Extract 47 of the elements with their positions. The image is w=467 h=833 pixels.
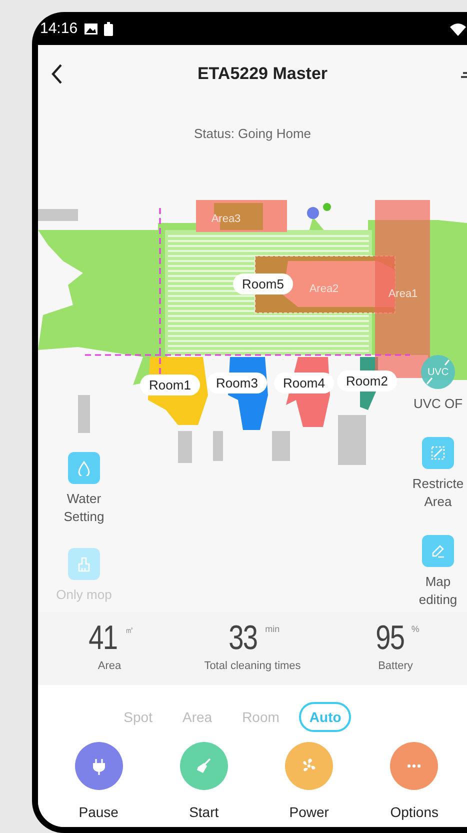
robot-icon bbox=[307, 207, 319, 219]
stat-value: 33 bbox=[228, 620, 258, 656]
room-label[interactable]: Room1 bbox=[140, 374, 200, 396]
charging-icon bbox=[323, 203, 331, 211]
action-button[interactable] bbox=[74, 742, 123, 790]
water-setting-button[interactable] bbox=[68, 452, 100, 484]
area-label: Area1 bbox=[388, 288, 418, 300]
restricted-area-button[interactable] bbox=[422, 437, 454, 469]
clock-time: 14:16 bbox=[40, 20, 78, 37]
room-label[interactable]: Room4 bbox=[274, 372, 334, 394]
broom-icon bbox=[76, 556, 92, 572]
room-label[interactable]: Room5 bbox=[233, 274, 293, 294]
screen-title: ETA5229 Master bbox=[196, 64, 329, 84]
stat-label: Battery bbox=[378, 660, 413, 672]
broom-icon bbox=[194, 757, 213, 775]
control-label: UVC OF bbox=[413, 395, 463, 413]
stat-label: Total cleaning times bbox=[204, 660, 301, 672]
control-label: Restricte Area bbox=[412, 475, 464, 511]
image-icon bbox=[84, 22, 98, 34]
area-label: Area2 bbox=[309, 283, 339, 295]
action-button[interactable] bbox=[285, 742, 334, 790]
water-drop-icon bbox=[76, 460, 92, 476]
control-label: Map editing bbox=[418, 573, 458, 609]
action-label: Options bbox=[390, 804, 438, 820]
map-edit-button[interactable] bbox=[422, 535, 454, 567]
action-label: Pause bbox=[78, 804, 118, 820]
area-label: Area3 bbox=[211, 213, 241, 225]
action-button[interactable] bbox=[390, 742, 438, 790]
battery-icon bbox=[104, 22, 113, 36]
stat-unit: % bbox=[411, 624, 420, 634]
action-button[interactable] bbox=[180, 742, 228, 790]
stat-unit: min bbox=[265, 624, 280, 634]
stat-value: 95 bbox=[375, 620, 404, 656]
pencil-icon bbox=[430, 543, 446, 559]
control-label: Water Setting bbox=[62, 490, 106, 526]
action-label: Power bbox=[289, 804, 329, 820]
dashed-square-icon bbox=[430, 445, 446, 461]
room-label[interactable]: Room3 bbox=[207, 372, 267, 394]
stat-value: 41 bbox=[88, 620, 118, 656]
more-icon bbox=[407, 764, 422, 768]
action-label: Start bbox=[189, 804, 219, 820]
wifi-icon bbox=[449, 22, 467, 36]
stat-unit: ㎡ bbox=[124, 624, 134, 637]
back-icon[interactable] bbox=[50, 62, 64, 84]
stat-label: Area bbox=[98, 660, 122, 672]
room-label[interactable]: Room2 bbox=[337, 370, 397, 392]
status-text: Status: Going Home bbox=[192, 125, 312, 143]
